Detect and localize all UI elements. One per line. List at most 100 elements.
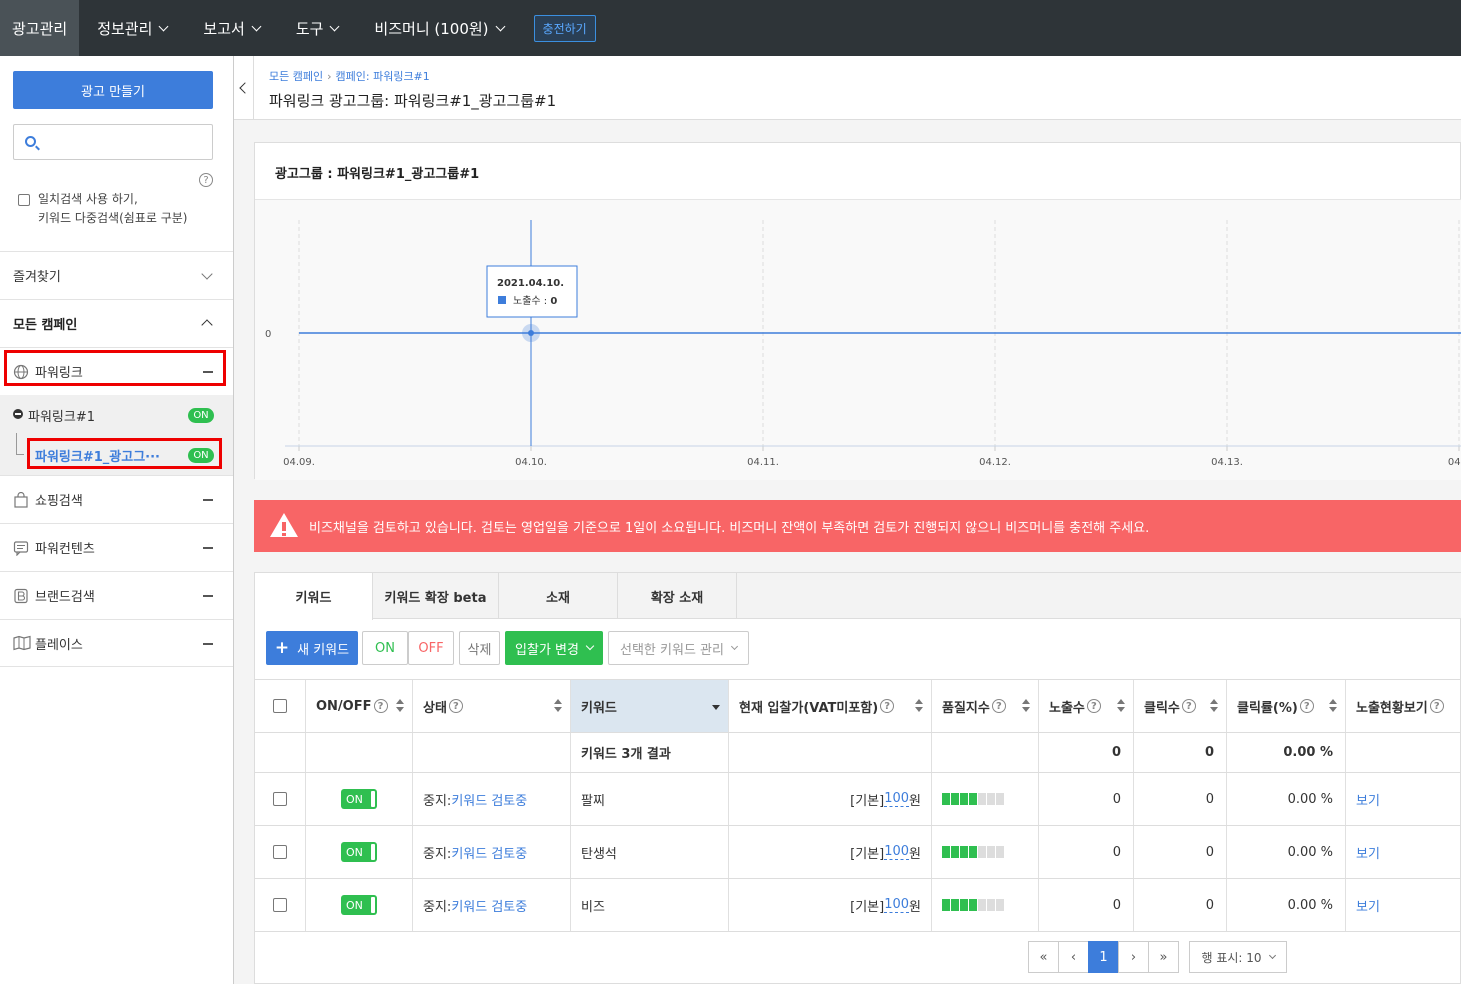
help-icon[interactable]: ? (1086, 699, 1101, 713)
header-bid[interactable]: 현재 입찰가(VAT미포함)? (729, 680, 932, 732)
select-all-checkbox[interactable] (273, 699, 287, 713)
header-quality[interactable]: 품질지수? (932, 680, 1039, 732)
onoff-toggle[interactable]: ON (341, 842, 377, 862)
help-icon[interactable]: ? (1429, 699, 1444, 713)
bid-cell: [기본] 100 원 (729, 879, 932, 931)
header-ctr[interactable]: 클릭률(%)? (1227, 680, 1346, 732)
tooltip-date: 2021.04.10. (497, 278, 564, 289)
help-icon[interactable]: ? (991, 699, 1006, 713)
rows-per-page-select[interactable]: 행 표시: 10 (1189, 941, 1287, 973)
sidebar-all-campaigns[interactable]: 모든 캠페인 (0, 299, 233, 347)
nav-ad-management[interactable]: 광고관리 (0, 0, 80, 56)
clicks-cell: 0 (1134, 773, 1227, 825)
sidebar-powercontents[interactable]: 파워컨텐츠 (0, 523, 233, 571)
header-status[interactable]: 상태? (413, 680, 571, 732)
off-button[interactable]: OFF (408, 631, 454, 665)
tab-keyword[interactable]: 키워드 (255, 573, 373, 620)
status-link[interactable]: 키워드 검토중 (451, 843, 527, 862)
help-icon[interactable]: ? (199, 173, 213, 187)
nav-info-management[interactable]: 정보관리 (79, 0, 185, 56)
onoff-toggle[interactable]: ON (341, 789, 377, 809)
page-1-button[interactable]: 1 (1088, 941, 1119, 973)
bid-change-button[interactable]: 입찰가 변경 (505, 631, 603, 665)
bid-value-link[interactable]: 100 (884, 897, 910, 913)
status-link[interactable]: 키워드 검토중 (451, 790, 527, 809)
row-checkbox[interactable] (273, 898, 287, 912)
keyword-panel: 키워드 키워드 확장 beta 소재 확장 소재 + 새 키워드 ON OFF 삭… (254, 572, 1461, 984)
manage-keywords-dropdown[interactable]: 선택한 키워드 관리 (608, 631, 749, 665)
sort-icon (915, 699, 923, 713)
sidebar-place[interactable]: 플레이스 (0, 619, 233, 667)
breadcrumb-campaign[interactable]: 캠페인: 파워링크#1 (336, 70, 430, 83)
summary-cell (413, 733, 571, 772)
onoff-cell: ON (306, 773, 413, 825)
nav-tools[interactable]: 도구 (278, 0, 357, 56)
view-link[interactable]: 보기 (1356, 790, 1380, 809)
campaign-item[interactable]: 파워링크#1 (28, 406, 95, 425)
nav-reports[interactable]: 보고서 (185, 0, 277, 56)
bid-unit: 원 (909, 899, 921, 915)
bid-value-link[interactable]: 100 (884, 844, 910, 860)
help-icon[interactable]: ? (1181, 699, 1196, 713)
tooltip-legend-swatch (498, 296, 506, 304)
header-label: 현재 입찰가(VAT미포함) (739, 700, 879, 716)
onoff-toggle[interactable]: ON (341, 895, 377, 915)
first-page-button[interactable]: « (1028, 941, 1059, 973)
delete-button[interactable]: 삭제 (459, 631, 500, 665)
tab-keyword-expand[interactable]: 키워드 확장 beta (373, 573, 499, 619)
bid-change-label: 입찰가 변경 (515, 642, 579, 658)
row-checkbox[interactable] (273, 845, 287, 859)
header-keyword[interactable]: 키워드 (571, 680, 729, 732)
header-onoff[interactable]: ON/OFF? (306, 680, 413, 732)
header-clicks[interactable]: 클릭수? (1134, 680, 1227, 732)
view-link[interactable]: 보기 (1356, 843, 1380, 862)
charge-button[interactable]: 충전하기 (533, 14, 596, 42)
header-label: 상태 (423, 700, 447, 716)
sidebar: 광고 만들기 ? 일치검색 사용 하기, 키워드 다중검색(쉼표로 구분) 즐겨… (0, 56, 234, 984)
y-tick-label: 0 (265, 329, 271, 340)
sidebar-toggle-arrow[interactable] (234, 56, 254, 120)
nav-label: 광고관리 (12, 19, 68, 38)
last-page-button[interactable]: » (1148, 941, 1179, 973)
help-icon[interactable]: ? (880, 699, 895, 713)
next-page-button[interactable]: › (1118, 941, 1149, 973)
create-ad-button[interactable]: 광고 만들기 (13, 71, 213, 109)
header-impressions[interactable]: 노출수? (1039, 680, 1134, 732)
bid-value-link[interactable]: 100 (884, 791, 910, 807)
summary-cell (729, 733, 932, 772)
help-icon[interactable]: ? (1299, 699, 1314, 713)
new-keyword-button[interactable]: + 새 키워드 (266, 631, 358, 665)
sort-desc-icon (712, 705, 720, 710)
quality-cell (932, 773, 1039, 825)
chart-title: 광고그룹 : 파워링크#1_광고그룹#1 (275, 167, 480, 182)
chevron-down-icon (158, 21, 169, 31)
quality-cell (932, 879, 1039, 931)
tab-bar: 키워드 키워드 확장 beta 소재 확장 소재 (255, 573, 1461, 620)
campaign-search-input[interactable] (13, 124, 213, 160)
sidebar-brand-search[interactable]: 브랜드검색 (0, 571, 233, 619)
table-bottom-border (255, 931, 1461, 932)
sidebar-shopping[interactable]: 쇼핑검색 (0, 475, 233, 523)
row-checkbox[interactable] (273, 792, 287, 806)
shopping-bag-icon (14, 491, 28, 508)
help-icon[interactable]: ? (373, 699, 388, 713)
status-prefix: 중지: (423, 899, 452, 915)
sidebar-favorites[interactable]: 즐겨찾기 (0, 251, 233, 299)
campaign-collapse-icon[interactable] (13, 409, 23, 419)
breadcrumb-all-campaigns[interactable]: 모든 캠페인 (269, 70, 323, 83)
impressions-cell: 0 (1039, 773, 1134, 825)
nav-label: 정보관리 (97, 19, 153, 38)
table-row: ON 중지: 키워드 검토중 비즈 [기본] 100 원 0 0 0.00 % 보기 (255, 878, 1461, 931)
prev-page-button[interactable]: ‹ (1058, 941, 1089, 973)
status-link[interactable]: 키워드 검토중 (451, 896, 527, 915)
tab-extension-creative[interactable]: 확장 소재 (618, 573, 737, 619)
help-icon[interactable]: ? (448, 699, 463, 713)
summary-ctr: 0.00 % (1227, 733, 1346, 772)
impressions-chart[interactable]: 04.09. 04.10. 04.11. 04.12. 04.13. 04.1 0 2021.… (255, 200, 1461, 481)
sort-icon (554, 699, 562, 713)
tab-creative[interactable]: 소재 (499, 573, 618, 619)
nav-bizmoney[interactable]: 비즈머니 (100원) (356, 0, 521, 56)
exact-match-checkbox[interactable] (18, 194, 30, 206)
on-button[interactable]: ON (362, 631, 408, 665)
view-link[interactable]: 보기 (1356, 896, 1380, 915)
